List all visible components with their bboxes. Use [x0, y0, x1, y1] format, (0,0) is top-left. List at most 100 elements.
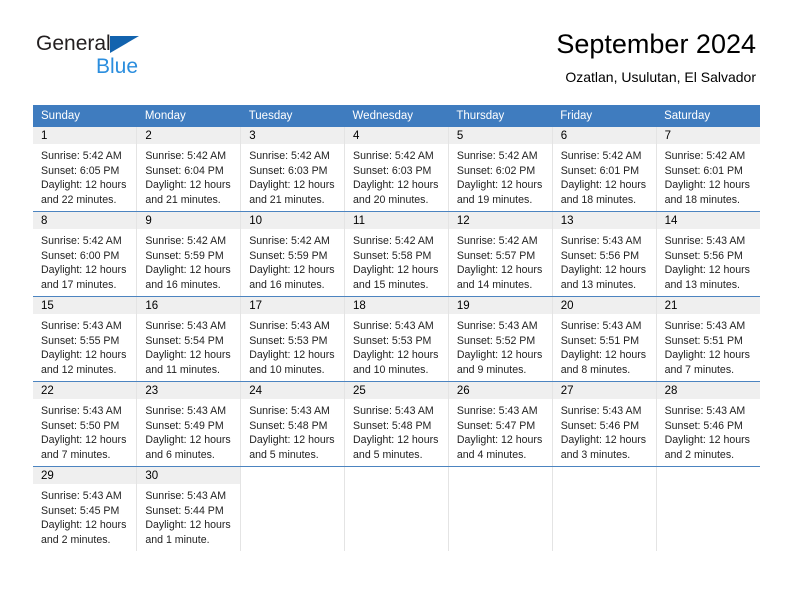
calendar-day-cell[interactable]: 10 Sunrise: 5:42 AM Sunset: 5:59 PM Dayligh… — [240, 211, 346, 297]
day-daylight-line2-text: and 21 minutes. — [145, 193, 221, 206]
calendar-day-cell[interactable]: 8 Sunrise: 5:42 AM Sunset: 6:00 PM Daylight… — [33, 211, 138, 297]
day-daylight-line1-text: Daylight: 12 hours — [41, 349, 127, 362]
day-sunrise-text: Sunrise: 5:43 AM — [145, 490, 227, 502]
day-daylight-line1-text: Daylight: 12 hours — [456, 434, 543, 447]
day-details: Sunrise: 5:43 AM Sunset: 5:46 PM Daylight:… — [657, 399, 760, 462]
calendar-day-cell[interactable]: 22 Sunrise: 5:43 AM Sunset: 5:50 PM Dayligh… — [33, 381, 138, 467]
calendar-day-cell[interactable]: 26 Sunrise: 5:43 AM Sunset: 5:47 PM Dayligh… — [448, 381, 553, 467]
calendar-day-cell[interactable]: 20 Sunrise: 5:43 AM Sunset: 5:51 PM Dayligh… — [552, 296, 657, 382]
day-sunrise-text: Sunrise: 5:42 AM — [456, 150, 538, 162]
day-daylight-line2-text: and 5 minutes. — [249, 448, 319, 461]
day-sunrise-text: Sunrise: 5:42 AM — [353, 150, 434, 162]
day-sunrise-text: Sunrise: 5:43 AM — [560, 235, 642, 247]
day-number: 24 — [241, 382, 345, 399]
calendar-day-cell[interactable]: 25 Sunrise: 5:43 AM Sunset: 5:48 PM Dayligh… — [344, 381, 449, 467]
day-details: Sunrise: 5:43 AM Sunset: 5:54 PM Daylight:… — [137, 314, 240, 377]
calendar-day-cell[interactable]: 28 Sunrise: 5:43 AM Sunset: 5:46 PM Dayligh… — [656, 381, 760, 467]
day-sunset-text: Sunset: 6:04 PM — [145, 164, 224, 177]
day-sunset-text: Sunset: 5:56 PM — [664, 249, 743, 262]
calendar-week-row: 15 Sunrise: 5:43 AM Sunset: 5:55 PM Dayligh… — [33, 296, 760, 382]
day-number: 9 — [137, 212, 241, 229]
day-daylight-line2-text: and 3 minutes. — [560, 448, 631, 461]
day-daylight-line1-text: Daylight: 12 hours — [560, 264, 647, 277]
calendar-day-cell[interactable]: 27 Sunrise: 5:43 AM Sunset: 5:46 PM Dayligh… — [552, 381, 657, 467]
calendar-day-cell[interactable]: 30 Sunrise: 5:43 AM Sunset: 5:44 PM Dayligh… — [136, 466, 242, 551]
logo-word-general: General — [36, 32, 111, 55]
calendar-day-cell[interactable]: 17 Sunrise: 5:43 AM Sunset: 5:53 PM Dayligh… — [240, 296, 346, 382]
day-sunrise-text: Sunrise: 5:43 AM — [145, 320, 227, 332]
day-details: Sunrise: 5:42 AM Sunset: 6:01 PM Daylight:… — [657, 144, 760, 207]
day-sunset-text: Sunset: 5:59 PM — [249, 249, 328, 262]
day-details: Sunrise: 5:43 AM Sunset: 5:56 PM Daylight:… — [553, 229, 656, 292]
calendar-day-cell[interactable]: 9 Sunrise: 5:42 AM Sunset: 5:59 PM Daylight… — [136, 211, 242, 297]
day-daylight-line2-text: and 10 minutes. — [353, 363, 429, 376]
day-details: Sunrise: 5:42 AM Sunset: 5:58 PM Daylight:… — [345, 229, 448, 292]
calendar-day-cell[interactable]: 6 Sunrise: 5:42 AM Sunset: 6:01 PM Daylight… — [552, 127, 657, 212]
logo-top-row: General — [36, 32, 266, 54]
day-sunset-text: Sunset: 5:53 PM — [353, 334, 432, 347]
day-details: Sunrise: 5:42 AM Sunset: 5:59 PM Daylight:… — [241, 229, 344, 292]
calendar-day-cell[interactable]: 7 Sunrise: 5:42 AM Sunset: 6:01 PM Daylight… — [656, 127, 760, 212]
calendar-day-cell[interactable]: 11 Sunrise: 5:42 AM Sunset: 5:58 PM Dayligh… — [344, 211, 449, 297]
calendar-day-cell[interactable]: 23 Sunrise: 5:43 AM Sunset: 5:49 PM Dayligh… — [136, 381, 242, 467]
day-daylight-line1-text: Daylight: 12 hours — [145, 349, 231, 362]
day-daylight-line1-text: Daylight: 12 hours — [664, 349, 750, 362]
day-details: Sunrise: 5:43 AM Sunset: 5:53 PM Daylight:… — [345, 314, 448, 377]
day-sunset-text: Sunset: 5:58 PM — [353, 249, 432, 262]
page-title: September 2024 — [556, 29, 756, 59]
day-number: 4 — [345, 127, 448, 144]
day-details: Sunrise: 5:43 AM Sunset: 5:51 PM Daylight:… — [553, 314, 656, 377]
day-number: 10 — [241, 212, 345, 229]
calendar-day-cell[interactable]: 12 Sunrise: 5:42 AM Sunset: 5:57 PM Dayligh… — [448, 211, 553, 297]
general-blue-logo[interactable]: General Blue — [36, 32, 266, 78]
day-sunset-text: Sunset: 5:45 PM — [41, 504, 120, 517]
weekday-header-sunday: Sunday — [33, 105, 137, 127]
calendar-grid: Sunday Monday Tuesday Wednesday Thursday Frid… — [33, 105, 760, 551]
day-sunrise-text: Sunrise: 5:43 AM — [664, 320, 746, 332]
page-subtitle: Ozatlan, Usulutan, El Salvador — [565, 69, 756, 85]
day-daylight-line1-text: Daylight: 12 hours — [249, 349, 335, 362]
calendar-day-cell[interactable]: 13 Sunrise: 5:43 AM Sunset: 5:56 PM Dayligh… — [552, 211, 657, 297]
calendar-body: 1 Sunrise: 5:42 AM Sunset: 6:05 PM Daylight… — [33, 127, 760, 551]
day-daylight-line1-text: Daylight: 12 hours — [41, 179, 127, 192]
calendar-day-cell[interactable]: 29 Sunrise: 5:43 AM Sunset: 5:45 PM Dayligh… — [33, 466, 138, 551]
day-number: 6 — [552, 127, 656, 144]
day-daylight-line2-text: and 9 minutes. — [456, 363, 527, 376]
day-sunset-text: Sunset: 5:51 PM — [560, 334, 640, 347]
day-details: Sunrise: 5:42 AM Sunset: 6:02 PM Daylight:… — [449, 144, 552, 207]
day-number: 29 — [33, 467, 137, 484]
day-daylight-line2-text: and 14 minutes. — [456, 278, 533, 291]
day-sunrise-text: Sunrise: 5:42 AM — [456, 235, 538, 247]
calendar-day-cell[interactable]: 18 Sunrise: 5:43 AM Sunset: 5:53 PM Dayligh… — [344, 296, 449, 382]
calendar-day-cell[interactable]: 2 Sunrise: 5:42 AM Sunset: 6:04 PM Daylight… — [136, 127, 242, 212]
calendar-day-cell[interactable]: 14 Sunrise: 5:43 AM Sunset: 5:56 PM Dayligh… — [656, 211, 760, 297]
calendar-day-cell[interactable]: 15 Sunrise: 5:43 AM Sunset: 5:55 PM Dayligh… — [33, 296, 138, 382]
day-sunset-text: Sunset: 6:01 PM — [664, 164, 743, 177]
day-sunset-text: Sunset: 5:59 PM — [145, 249, 224, 262]
calendar-day-cell[interactable]: 5 Sunrise: 5:42 AM Sunset: 6:02 PM Daylight… — [448, 127, 553, 212]
day-daylight-line1-text: Daylight: 12 hours — [145, 434, 231, 447]
calendar-table: Sunday Monday Tuesday Wednesday Thursday Frid… — [33, 105, 760, 551]
day-sunset-text: Sunset: 5:50 PM — [41, 419, 120, 432]
calendar-day-cell[interactable]: 24 Sunrise: 5:43 AM Sunset: 5:48 PM Dayligh… — [240, 381, 346, 467]
day-daylight-line2-text: and 11 minutes. — [145, 363, 220, 376]
day-daylight-line1-text: Daylight: 12 hours — [560, 179, 647, 192]
day-sunset-text: Sunset: 5:52 PM — [456, 334, 536, 347]
day-details: Sunrise: 5:43 AM Sunset: 5:48 PM Daylight:… — [345, 399, 448, 462]
day-details: Sunrise: 5:42 AM Sunset: 6:01 PM Daylight:… — [553, 144, 656, 207]
day-daylight-line2-text: and 1 minute. — [145, 533, 210, 546]
calendar-day-cell[interactable]: 4 Sunrise: 5:42 AM Sunset: 6:03 PM Daylight… — [344, 127, 449, 212]
calendar-empty-cell — [656, 466, 760, 551]
calendar-day-cell[interactable]: 3 Sunrise: 5:42 AM Sunset: 6:03 PM Daylight… — [240, 127, 346, 212]
day-sunrise-text: Sunrise: 5:43 AM — [353, 405, 434, 417]
calendar-day-cell[interactable]: 19 Sunrise: 5:43 AM Sunset: 5:52 PM Dayligh… — [448, 296, 553, 382]
calendar-day-cell[interactable]: 16 Sunrise: 5:43 AM Sunset: 5:54 PM Dayligh… — [136, 296, 242, 382]
day-daylight-line2-text: and 18 minutes. — [560, 193, 637, 206]
day-details: Sunrise: 5:43 AM Sunset: 5:44 PM Daylight:… — [137, 484, 240, 547]
calendar-day-cell[interactable]: 1 Sunrise: 5:42 AM Sunset: 6:05 PM Daylight… — [33, 127, 138, 212]
calendar-day-cell[interactable]: 21 Sunrise: 5:43 AM Sunset: 5:51 PM Dayligh… — [656, 296, 760, 382]
day-details: Sunrise: 5:42 AM Sunset: 6:04 PM Daylight:… — [137, 144, 240, 207]
day-daylight-line2-text: and 12 minutes. — [41, 363, 117, 376]
day-daylight-line1-text: Daylight: 12 hours — [145, 519, 231, 532]
title-block: September 2024 Ozatlan, Usulutan, El Sal… — [556, 28, 756, 87]
